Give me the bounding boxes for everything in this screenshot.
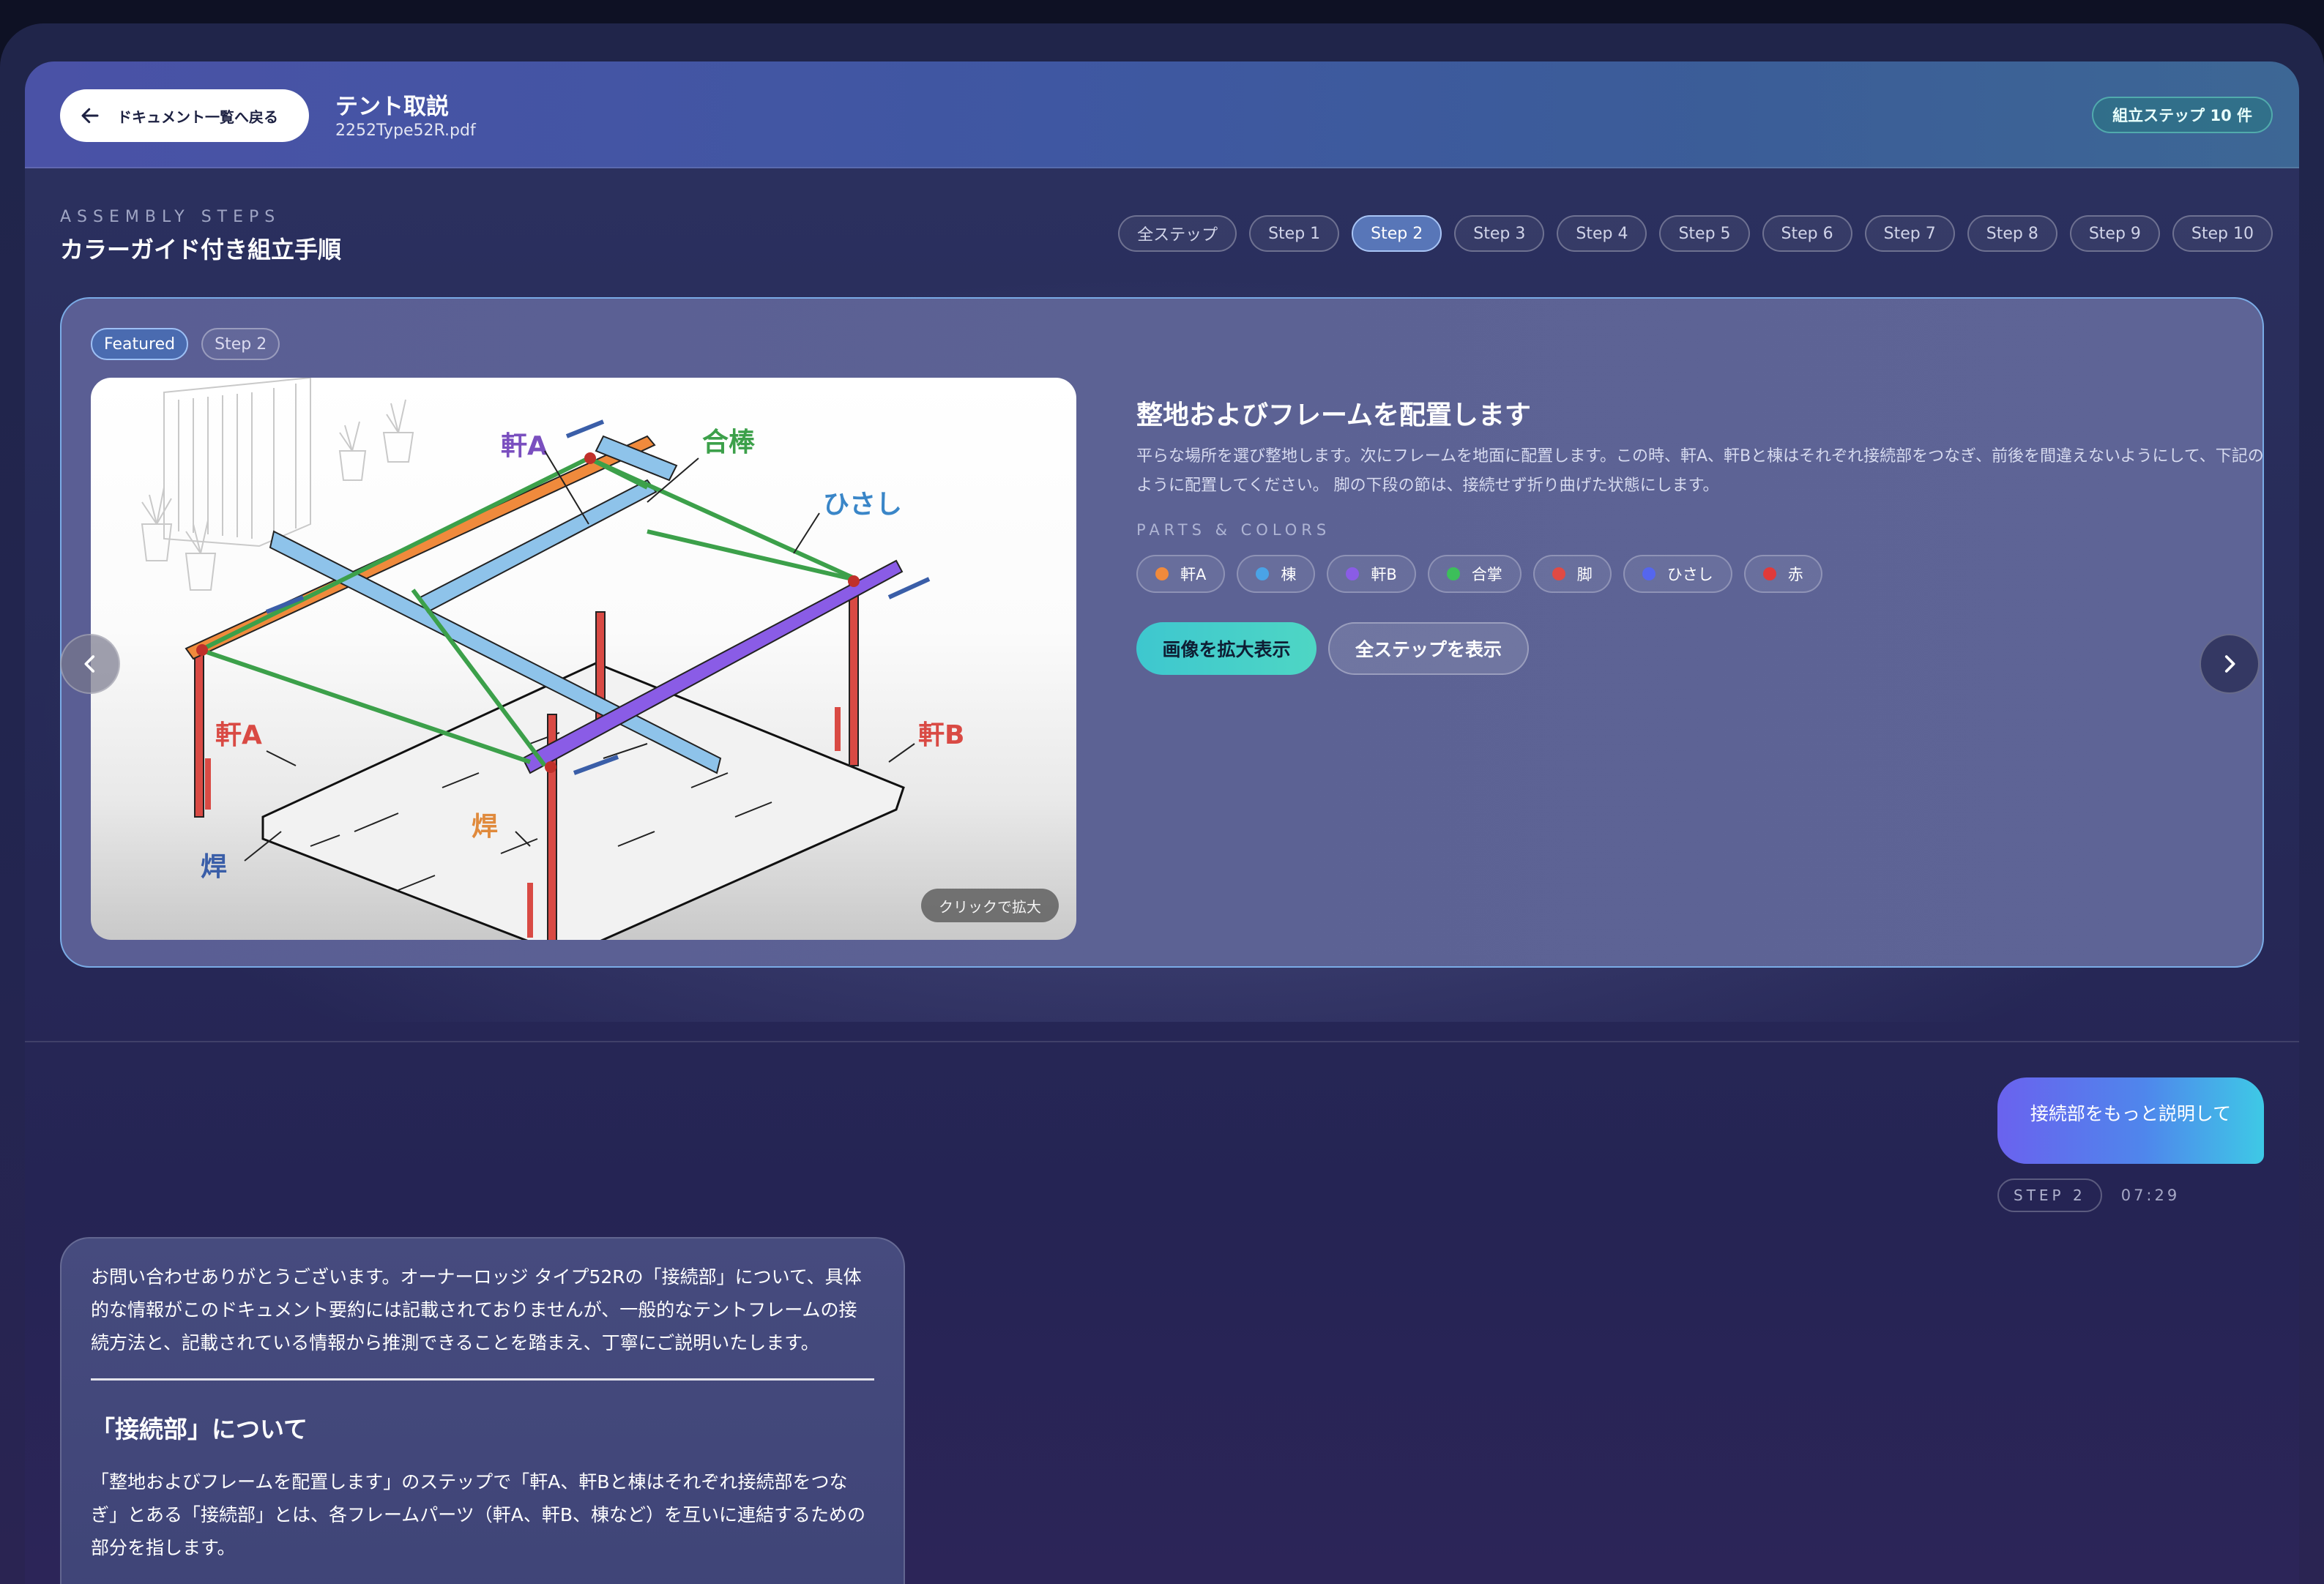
show-all-steps-button[interactable]: 全ステップを表示	[1328, 622, 1529, 675]
part-chip-leg: 脚	[1532, 555, 1612, 593]
label-gassho: 合棒	[702, 427, 756, 457]
step-description: 平らな場所を選び整地します。次にフレームを地面に配置します。この時、軒A、軒Bと…	[1136, 447, 2264, 495]
part-chip-red: 赤	[1743, 555, 1822, 593]
part-label: 合掌	[1471, 566, 1502, 583]
tab-step-3[interactable]: Step 3	[1454, 215, 1545, 252]
tab-step-5[interactable]: Step 5	[1659, 215, 1750, 252]
badge-row: Featured Step 2	[91, 328, 280, 360]
frame-diagram: 軒A 合棒 ひさし 軒A 軒B 焊 焊	[141, 378, 964, 940]
zoom-hint: クリックで拡大	[921, 889, 1059, 922]
tab-step-10[interactable]: Step 10	[2172, 215, 2273, 252]
tab-step-7[interactable]: Step 7	[1864, 215, 1955, 252]
zoom-image-button[interactable]: 画像を拡大表示	[1136, 622, 1316, 675]
shed-sketch	[163, 378, 311, 548]
section-kicker: ASSEMBLY STEPS	[60, 208, 281, 226]
user-message-meta: STEP 2 07:29	[1997, 1178, 2180, 1212]
assistant-body: 「整地およびフレームを配置します」のステップで「軒A、軒Bと棟はそれぞれ接続部を…	[91, 1471, 866, 1558]
plant-sketches	[141, 399, 414, 591]
color-dot	[1552, 567, 1565, 580]
part-chip-hisashi: ひさし	[1623, 555, 1732, 593]
next-step-button[interactable]	[2200, 634, 2260, 694]
document-header: ドキュメント一覧へ戻る テント取説 2252Type52R.pdf 組立ステップ…	[25, 61, 2299, 168]
step-count-badge: 組立ステップ 10 件	[2092, 97, 2273, 133]
tab-all-steps[interactable]: 全ステップ	[1118, 215, 1237, 252]
assistant-message: お問い合わせありがとうございます。オーナーロッジ タイプ52Rの「接続部」につい…	[60, 1237, 905, 1584]
color-dot	[1155, 567, 1169, 580]
assistant-intro: お問い合わせありがとうございます。オーナーロッジ タイプ52Rの「接続部」につい…	[91, 1266, 862, 1353]
part-label: 赤	[1787, 566, 1803, 583]
tab-step-8[interactable]: Step 8	[1967, 215, 2057, 252]
part-label: 脚	[1576, 566, 1593, 583]
previous-step-button[interactable]	[60, 634, 120, 694]
color-dot	[1446, 567, 1460, 580]
part-chip-noki-a: 軒A	[1136, 555, 1226, 593]
color-dot	[1762, 567, 1776, 580]
part-label: 棟	[1281, 566, 1297, 583]
featured-step-card: Featured Step 2 軒A 合棒 ひさし 軒A 軒B 焊 焊 クリック…	[60, 297, 2264, 968]
part-label: ひさし	[1666, 566, 1713, 583]
step-illustration[interactable]: 軒A 合棒 ひさし 軒A 軒B 焊 焊 クリックで拡大	[91, 378, 1076, 940]
document-title: テント取説	[335, 94, 449, 120]
assistant-divider	[91, 1378, 874, 1381]
color-dot	[1346, 567, 1360, 580]
message-timestamp: 07:29	[2120, 1187, 2180, 1204]
part-chip-ridge: 棟	[1237, 555, 1316, 593]
label-noki-a-top: 軒A	[501, 431, 548, 461]
tab-step-9[interactable]: Step 9	[2069, 215, 2160, 252]
arrow-left-icon	[81, 108, 99, 124]
parts-kicker: PARTS & COLORS	[1136, 521, 1331, 539]
message-step-badge: STEP 2	[1997, 1178, 2102, 1212]
parts-legend: 軒A 棟 軒B 合掌 脚 ひさし 赤	[1136, 555, 1822, 593]
part-label: 軒B	[1371, 566, 1397, 583]
step-badge: Step 2	[201, 328, 280, 360]
app-window: ドキュメント一覧へ戻る テント取説 2252Type52R.pdf 組立ステップ…	[0, 23, 2324, 1584]
label-hook-mid: 焊	[472, 812, 498, 842]
part-label: 軒A	[1180, 566, 1207, 583]
part-chip-gassho: 合掌	[1427, 555, 1522, 593]
chat-divider	[25, 1041, 2299, 1042]
step-tabs: 全ステップ Step 1 Step 2 Step 3 Step 4 Step 5…	[1118, 215, 2273, 252]
back-to-documents-button[interactable]: ドキュメント一覧へ戻る	[60, 89, 309, 142]
label-hisashi: ひさし	[823, 490, 902, 520]
chevron-left-icon	[84, 655, 95, 673]
part-chip-noki-b: 軒B	[1327, 555, 1416, 593]
tab-step-1[interactable]: Step 1	[1249, 215, 1340, 252]
tab-step-2[interactable]: Step 2	[1352, 215, 1442, 252]
app-container: ドキュメント一覧へ戻る テント取説 2252Type52R.pdf 組立ステップ…	[25, 61, 2299, 1584]
chevron-right-icon	[2224, 655, 2235, 673]
step-heading: 整地およびフレームを配置します	[1136, 400, 1531, 430]
section-title: カラーガイド付き組立手順	[60, 236, 342, 264]
document-filename: 2252Type52R.pdf	[335, 122, 476, 140]
tab-step-4[interactable]: Step 4	[1557, 215, 1647, 252]
tab-step-6[interactable]: Step 6	[1762, 215, 1852, 252]
user-message: 接続部をもっと説明して	[1997, 1077, 2264, 1164]
label-hook-left: 焊	[201, 852, 227, 882]
color-dot	[1256, 567, 1270, 580]
featured-badge: Featured	[91, 328, 189, 360]
assistant-heading: 「接続部」について	[91, 1415, 308, 1443]
label-noki-a-left: 軒A	[215, 720, 262, 750]
beam-noki-a	[185, 435, 656, 660]
color-dot	[1642, 567, 1656, 580]
back-button-label: ドキュメント一覧へ戻る	[117, 108, 278, 126]
label-noki-b: 軒B	[918, 720, 964, 750]
